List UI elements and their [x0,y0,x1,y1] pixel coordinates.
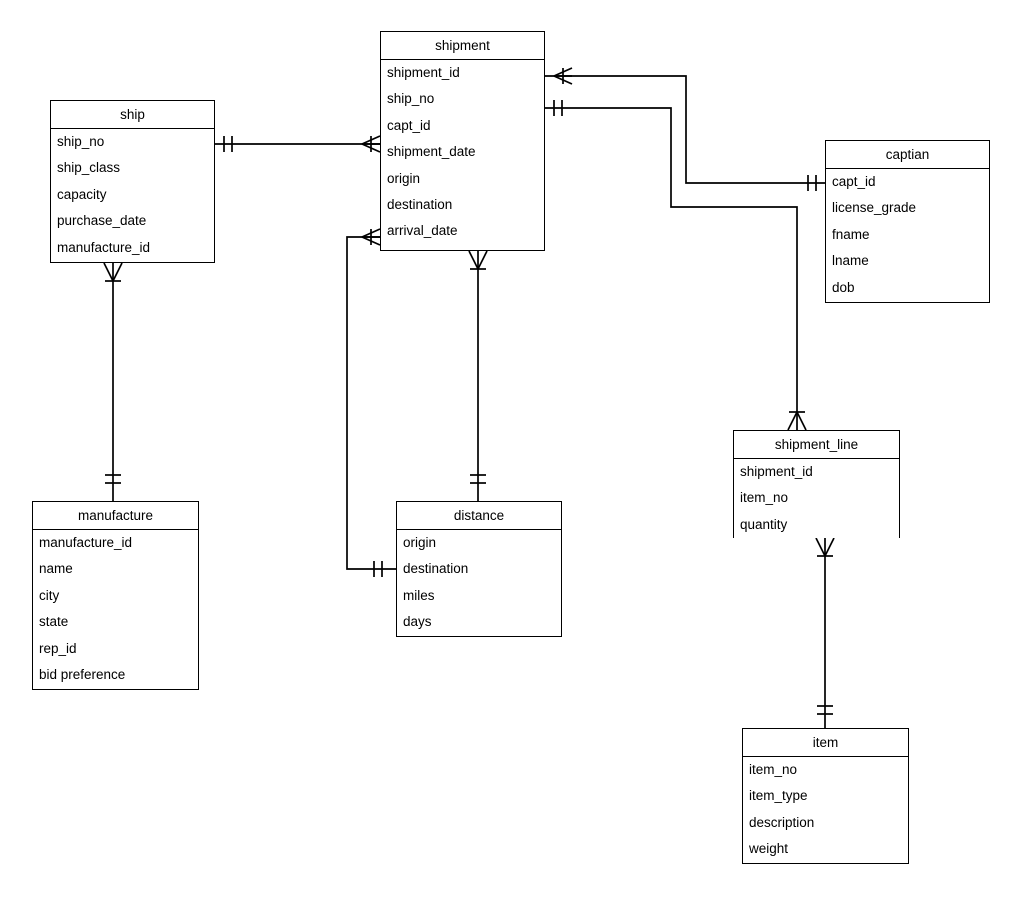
attribute-row: purchase_date [57,213,147,229]
er-diagram-canvas: ship ship_no ship_class capacity purchas… [0,0,1024,898]
attribute-row: manufacture_id [39,535,133,550]
attribute-list-ship: ship_no ship_class capacity purchase_dat… [51,129,214,261]
entity-title-shipment-line: shipment_line [734,431,899,459]
attribute-row: dob [832,279,855,295]
entity-manufacture[interactable]: manufacture manufacture_id name city sta… [32,501,199,690]
attribute-row: origin [403,535,437,550]
attribute-row: capacity [57,186,107,202]
attribute-list-shipment-line: shipment_id item_no quantity [734,459,899,539]
attribute-row: rep_id [39,640,77,656]
connector-shipment-distance-origin [346,228,396,577]
attribute-row: capt_id [387,117,431,133]
attribute-list-manufacture: manufacture_id name city state rep_id bi… [33,530,198,689]
attribute-row: arrival_date [387,223,458,239]
connector-shipment-line-item [815,537,835,728]
attribute-row: ship_no [387,91,435,107]
attribute-row: quantity [740,516,788,532]
attribute-row: capt_id [832,174,876,189]
entity-title-shipment: shipment [381,32,544,60]
attribute-row: bid preference [39,666,126,682]
attribute-row: destination [387,196,453,212]
attribute-row: destination [403,561,469,577]
connector-shipment-distance [468,250,488,501]
entity-ship[interactable]: ship ship_no ship_class capacity purchas… [50,100,215,263]
attribute-row: weight [749,841,789,857]
entity-item[interactable]: item item_no item_type description weigh… [742,728,909,864]
attribute-row: license_grade [832,200,917,216]
attribute-row: fname [832,226,870,242]
attribute-row: ship_class [57,160,121,176]
attribute-list-distance: origin destination miles days [397,530,561,636]
entity-title-manufacture: manufacture [33,502,198,530]
attribute-list-item: item_no item_type description weight [743,757,908,863]
attribute-row: item_no [749,762,798,777]
attribute-row: days [403,614,432,630]
connector-shipment-captian [545,67,825,191]
entity-shipment-line[interactable]: shipment_line shipment_id item_no quanti… [733,430,900,539]
attribute-row: ship_no [57,134,105,149]
entity-distance[interactable]: distance origin destination miles days [396,501,562,637]
attribute-row: city [39,587,60,603]
attribute-row: shipment_id [387,65,460,80]
attribute-list-shipment: shipment_id ship_no capt_id shipment_dat… [381,60,544,245]
attribute-row: manufacture_id [57,239,151,255]
attribute-row: lname [832,253,869,269]
entity-title-captian: captian [826,141,989,169]
entity-shipment[interactable]: shipment shipment_id ship_no capt_id shi… [380,31,545,251]
attribute-row: shipment_id [740,464,813,479]
entity-captian[interactable]: captian capt_id license_grade fname lnam… [825,140,990,303]
attribute-row: shipment_date [387,144,476,160]
attribute-row: name [39,561,73,577]
attribute-row: item_no [740,490,789,506]
connector-shipment-shipment-line [545,100,807,431]
attribute-row: miles [403,587,435,603]
attribute-row: origin [387,170,421,186]
entity-title-distance: distance [397,502,561,530]
attribute-row: item_type [749,788,808,804]
attribute-row: description [749,814,815,830]
attribute-row: state [39,614,69,630]
attribute-list-captian: capt_id license_grade fname lname dob [826,169,989,301]
connector-ship-shipment [215,135,381,153]
entity-title-item: item [743,729,908,757]
entity-title-ship: ship [51,101,214,129]
connector-ship-manufacture [103,262,123,501]
